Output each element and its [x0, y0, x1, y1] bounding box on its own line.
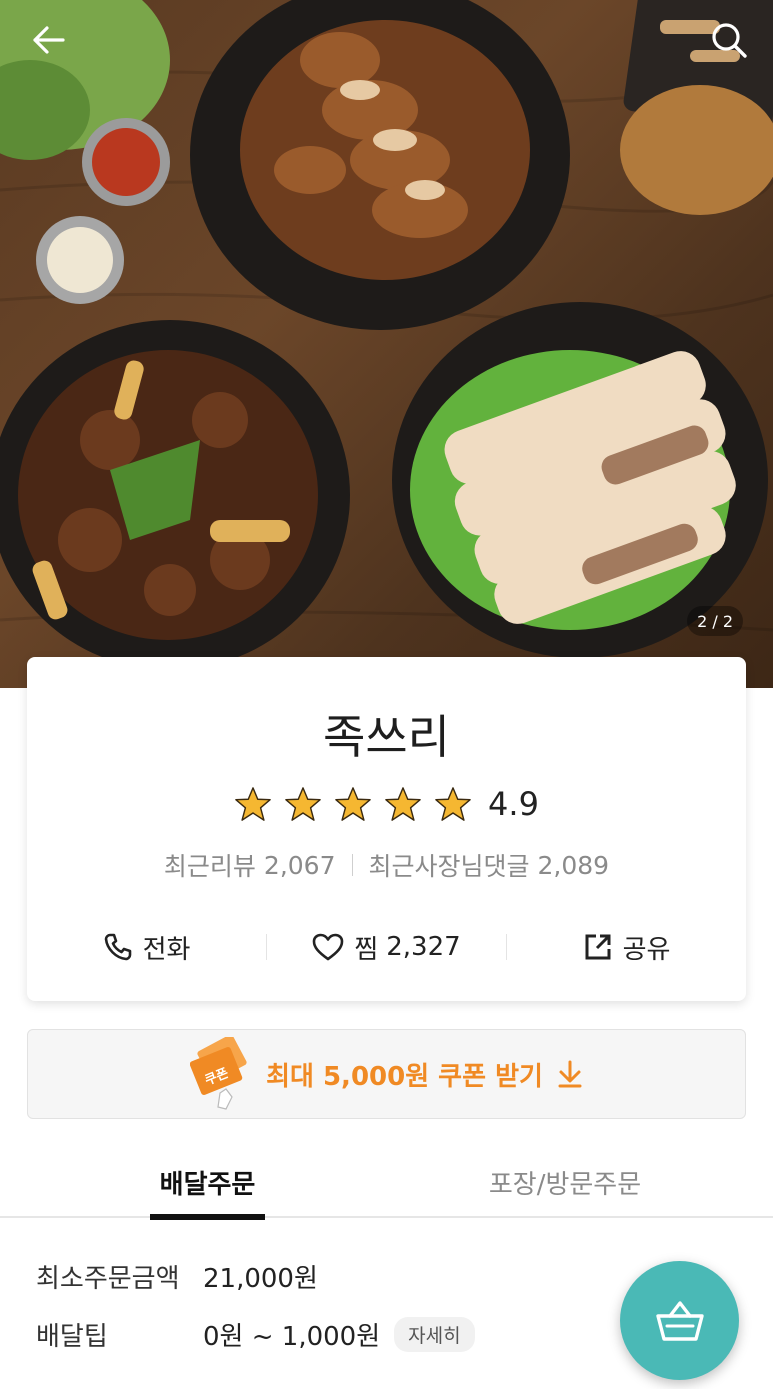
owner-replies-label: 최근사장님댓글	[368, 852, 530, 881]
review-stats[interactable]: 최근리뷰 2,067 최근사장님댓글 2,089	[27, 847, 746, 883]
favorite-button[interactable]: 찜 2,327	[267, 929, 506, 966]
delivery-tip-value: 0원 ~ 1,000원	[203, 1322, 381, 1352]
share-label: 공유	[622, 934, 671, 965]
star-icon	[385, 787, 421, 821]
tip-detail-button[interactable]: 자세히	[394, 1317, 475, 1352]
delivery-tip-label: 배달팁	[36, 1322, 108, 1352]
call-button[interactable]: 전화	[27, 929, 266, 966]
order-type-tabs: 배달주문 포장/방문주문	[0, 1146, 773, 1220]
cart-button[interactable]	[620, 1261, 739, 1380]
arrow-left-icon	[33, 26, 65, 54]
coupon-label: 최대 5,000원 쿠폰 받기	[266, 1061, 543, 1092]
heart-icon	[313, 933, 344, 961]
min-order-label: 최소주문금액	[36, 1264, 180, 1294]
star-rating	[234, 785, 472, 823]
rating-value: 4.9	[488, 785, 539, 823]
divider	[351, 854, 353, 876]
rating-row[interactable]: 4.9	[27, 785, 746, 823]
recent-reviews-label: 최근리뷰	[163, 852, 256, 881]
min-order-row: 최소주문금액 21,000원	[36, 1258, 318, 1295]
active-tab-indicator	[150, 1214, 265, 1220]
tab-delivery[interactable]: 배달주문	[150, 1146, 265, 1220]
min-order-value: 21,000원	[203, 1264, 318, 1294]
store-info-card: 족쓰리 4.9 최근리뷰 2,067 최근사장님댓글 2,089 전화 찜 2,…	[27, 657, 746, 1001]
star-icon	[285, 787, 321, 821]
call-label: 전화	[142, 934, 191, 965]
back-button[interactable]	[26, 20, 70, 60]
store-name: 족쓰리	[323, 710, 450, 764]
favorite-count: 2,327	[386, 932, 461, 962]
star-icon	[235, 787, 271, 821]
delivery-tip-row: 배달팁 0원 ~ 1,000원 자세히	[36, 1316, 475, 1353]
phone-icon	[104, 933, 131, 961]
search-icon	[712, 23, 747, 58]
food-photo	[0, 0, 773, 670]
recent-reviews-count: 2,067	[263, 850, 336, 880]
tab-pickup-label: 포장/방문주문	[488, 1170, 642, 1200]
shopping-basket-icon	[655, 1300, 704, 1341]
share-icon	[585, 934, 611, 960]
store-actions: 전화 찜 2,327 공유	[27, 925, 746, 969]
coupon-icon: 쿠폰	[190, 1037, 247, 1110]
store-hero-image[interactable]: 2 / 2	[0, 0, 773, 688]
share-button[interactable]: 공유	[507, 929, 746, 966]
image-counter: 2 / 2	[687, 606, 743, 636]
owner-replies-count: 2,089	[537, 850, 610, 880]
favorite-label: 찜	[354, 934, 379, 965]
tab-delivery-label: 배달주문	[159, 1170, 256, 1200]
coupon-banner[interactable]: 쿠폰 최대 5,000원 쿠폰 받기	[27, 1029, 746, 1119]
star-icon	[435, 787, 471, 821]
download-arrow-icon	[558, 1060, 582, 1088]
star-icon	[335, 787, 371, 821]
tab-pickup[interactable]: 포장/방문주문	[480, 1146, 650, 1218]
search-button[interactable]	[707, 18, 751, 62]
